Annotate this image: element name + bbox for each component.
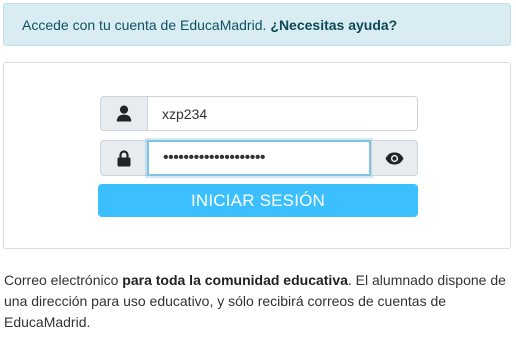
login-button[interactable]: INICIAR SESIÓN <box>98 184 418 217</box>
toggle-password-visibility-button[interactable] <box>371 140 418 176</box>
username-input[interactable] <box>147 96 418 131</box>
info-banner: Accede con tu cuenta de EducaMadrid. ¿Ne… <box>3 3 511 46</box>
password-input[interactable] <box>147 140 371 176</box>
help-link[interactable]: ¿Necesitas ayuda? <box>270 17 397 33</box>
user-icon <box>116 105 132 122</box>
eye-icon <box>385 152 404 165</box>
login-card: INICIAR SESIÓN <box>3 62 511 249</box>
info-banner-text: Accede con tu cuenta de EducaMadrid. <box>22 16 267 33</box>
password-addon <box>100 140 148 176</box>
description-text: Correo electrónico para toda la comunida… <box>4 270 509 333</box>
description-bold: para toda la comunidad educativa <box>122 272 348 288</box>
lock-icon <box>117 149 131 167</box>
description-part1: Correo electrónico <box>4 272 119 288</box>
username-addon <box>100 96 148 131</box>
